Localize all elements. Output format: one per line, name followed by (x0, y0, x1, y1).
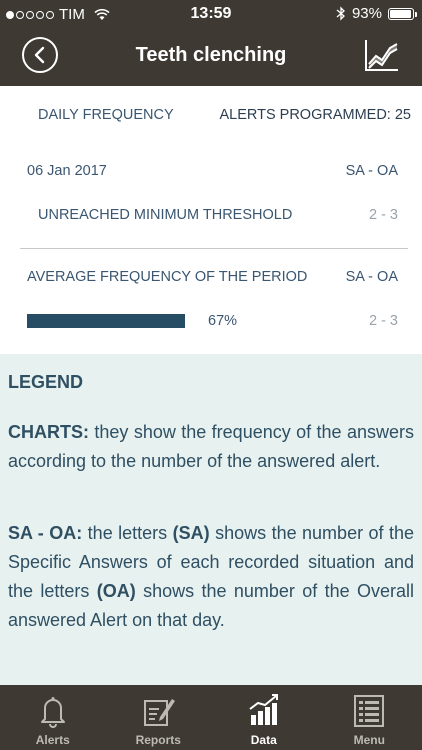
legend-panel: LEGEND CHARTS: they show the frequency o… (0, 354, 422, 685)
list-icon (354, 695, 385, 727)
tab-alerts[interactable]: Alerts (0, 685, 106, 750)
status-bar: TIM 13:59 93% (0, 0, 422, 30)
threshold-label: UNREACHED MINIMUM THRESHOLD (38, 207, 293, 223)
legend-oa-term: (OA) (96, 581, 136, 601)
bluetooth-icon (336, 6, 345, 21)
average-column-header: SA - OA (345, 269, 398, 285)
legend-charts-term: CHARTS: (8, 422, 89, 442)
threshold-value: 2 - 3 (368, 207, 398, 223)
legend-sa-oa-term: SA - OA: (8, 523, 83, 543)
alerts-programmed-label: ALERTS PROGRAMMED: 25 (219, 107, 411, 123)
average-frequency-bar-fill (27, 314, 185, 328)
area-chart-icon[interactable] (364, 38, 400, 72)
date-label: 06 Jan 2017 (27, 163, 107, 179)
average-frequency-percent: 67% (208, 313, 238, 329)
frequency-summary: DAILY FREQUENCY ALERTS PROGRAMMED: 25 06… (0, 86, 422, 354)
page-title: Teeth clenching (135, 44, 287, 66)
battery-icon (388, 7, 417, 20)
battery-percent: 93% (351, 5, 382, 22)
tab-data[interactable]: Data (211, 685, 317, 750)
tab-data-label: Data (250, 733, 277, 747)
daily-frequency-label: DAILY FREQUENCY (38, 107, 174, 123)
tab-menu[interactable]: Menu (317, 685, 422, 750)
legend-sa-term: (SA) (172, 523, 210, 543)
tab-alerts-label: Alerts (35, 733, 70, 747)
legend-sa-oa-text: SA - OA: the letters (SA) shows the numb… (8, 519, 414, 635)
header: TIM 13:59 93% Teeth clenching (0, 0, 422, 86)
legend-sa-text-1: the letters (82, 523, 173, 543)
average-frequency-value: 2 - 3 (368, 313, 398, 329)
legend-charts-text: CHARTS: they show the frequency of the a… (8, 418, 414, 476)
tab-reports[interactable]: Reports (106, 685, 212, 750)
tab-reports-label: Reports (135, 733, 181, 747)
divider (20, 248, 408, 249)
legend-heading: LEGEND (8, 372, 84, 392)
average-frequency-bar (27, 314, 185, 328)
average-frequency-label: AVERAGE FREQUENCY OF THE PERIOD (27, 269, 308, 285)
tab-menu-label: Menu (353, 733, 385, 747)
date-column-header: SA - OA (345, 163, 398, 179)
bar-chart-icon (249, 694, 278, 725)
battery-group: 93% (336, 5, 417, 22)
bell-icon (40, 697, 65, 728)
tab-bar: Alerts Reports Data Menu (0, 685, 422, 750)
edit-report-icon (144, 699, 176, 726)
